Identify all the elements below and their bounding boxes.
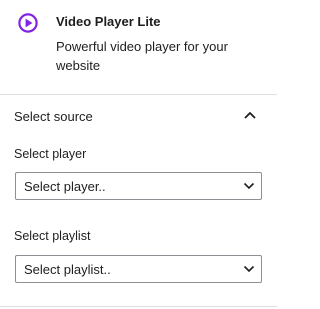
play-circle-icon	[18, 13, 38, 33]
block-description: Powerful video player for your website	[56, 39, 228, 73]
block-title: Video Player Lite	[56, 14, 161, 29]
select-playlist-value: Select playlist..	[24, 262, 111, 277]
chevron-up-icon[interactable]	[241, 108, 259, 122]
chevron-down-icon	[243, 265, 255, 273]
panel-toggle-select-source[interactable]: Select source	[0, 95, 277, 137]
panel-title: Select source	[14, 109, 93, 124]
select-player-label: Select player	[14, 147, 87, 161]
chevron-down-icon	[243, 182, 255, 190]
select-playlist-label: Select playlist	[14, 229, 91, 243]
select-player-value: Select player..	[24, 179, 106, 194]
block-card: Video Player Lite Powerful video player …	[0, 0, 277, 94]
select-player-dropdown[interactable]: Select player..	[15, 172, 262, 200]
select-playlist-dropdown[interactable]: Select playlist..	[15, 255, 262, 283]
divider	[0, 306, 277, 307]
